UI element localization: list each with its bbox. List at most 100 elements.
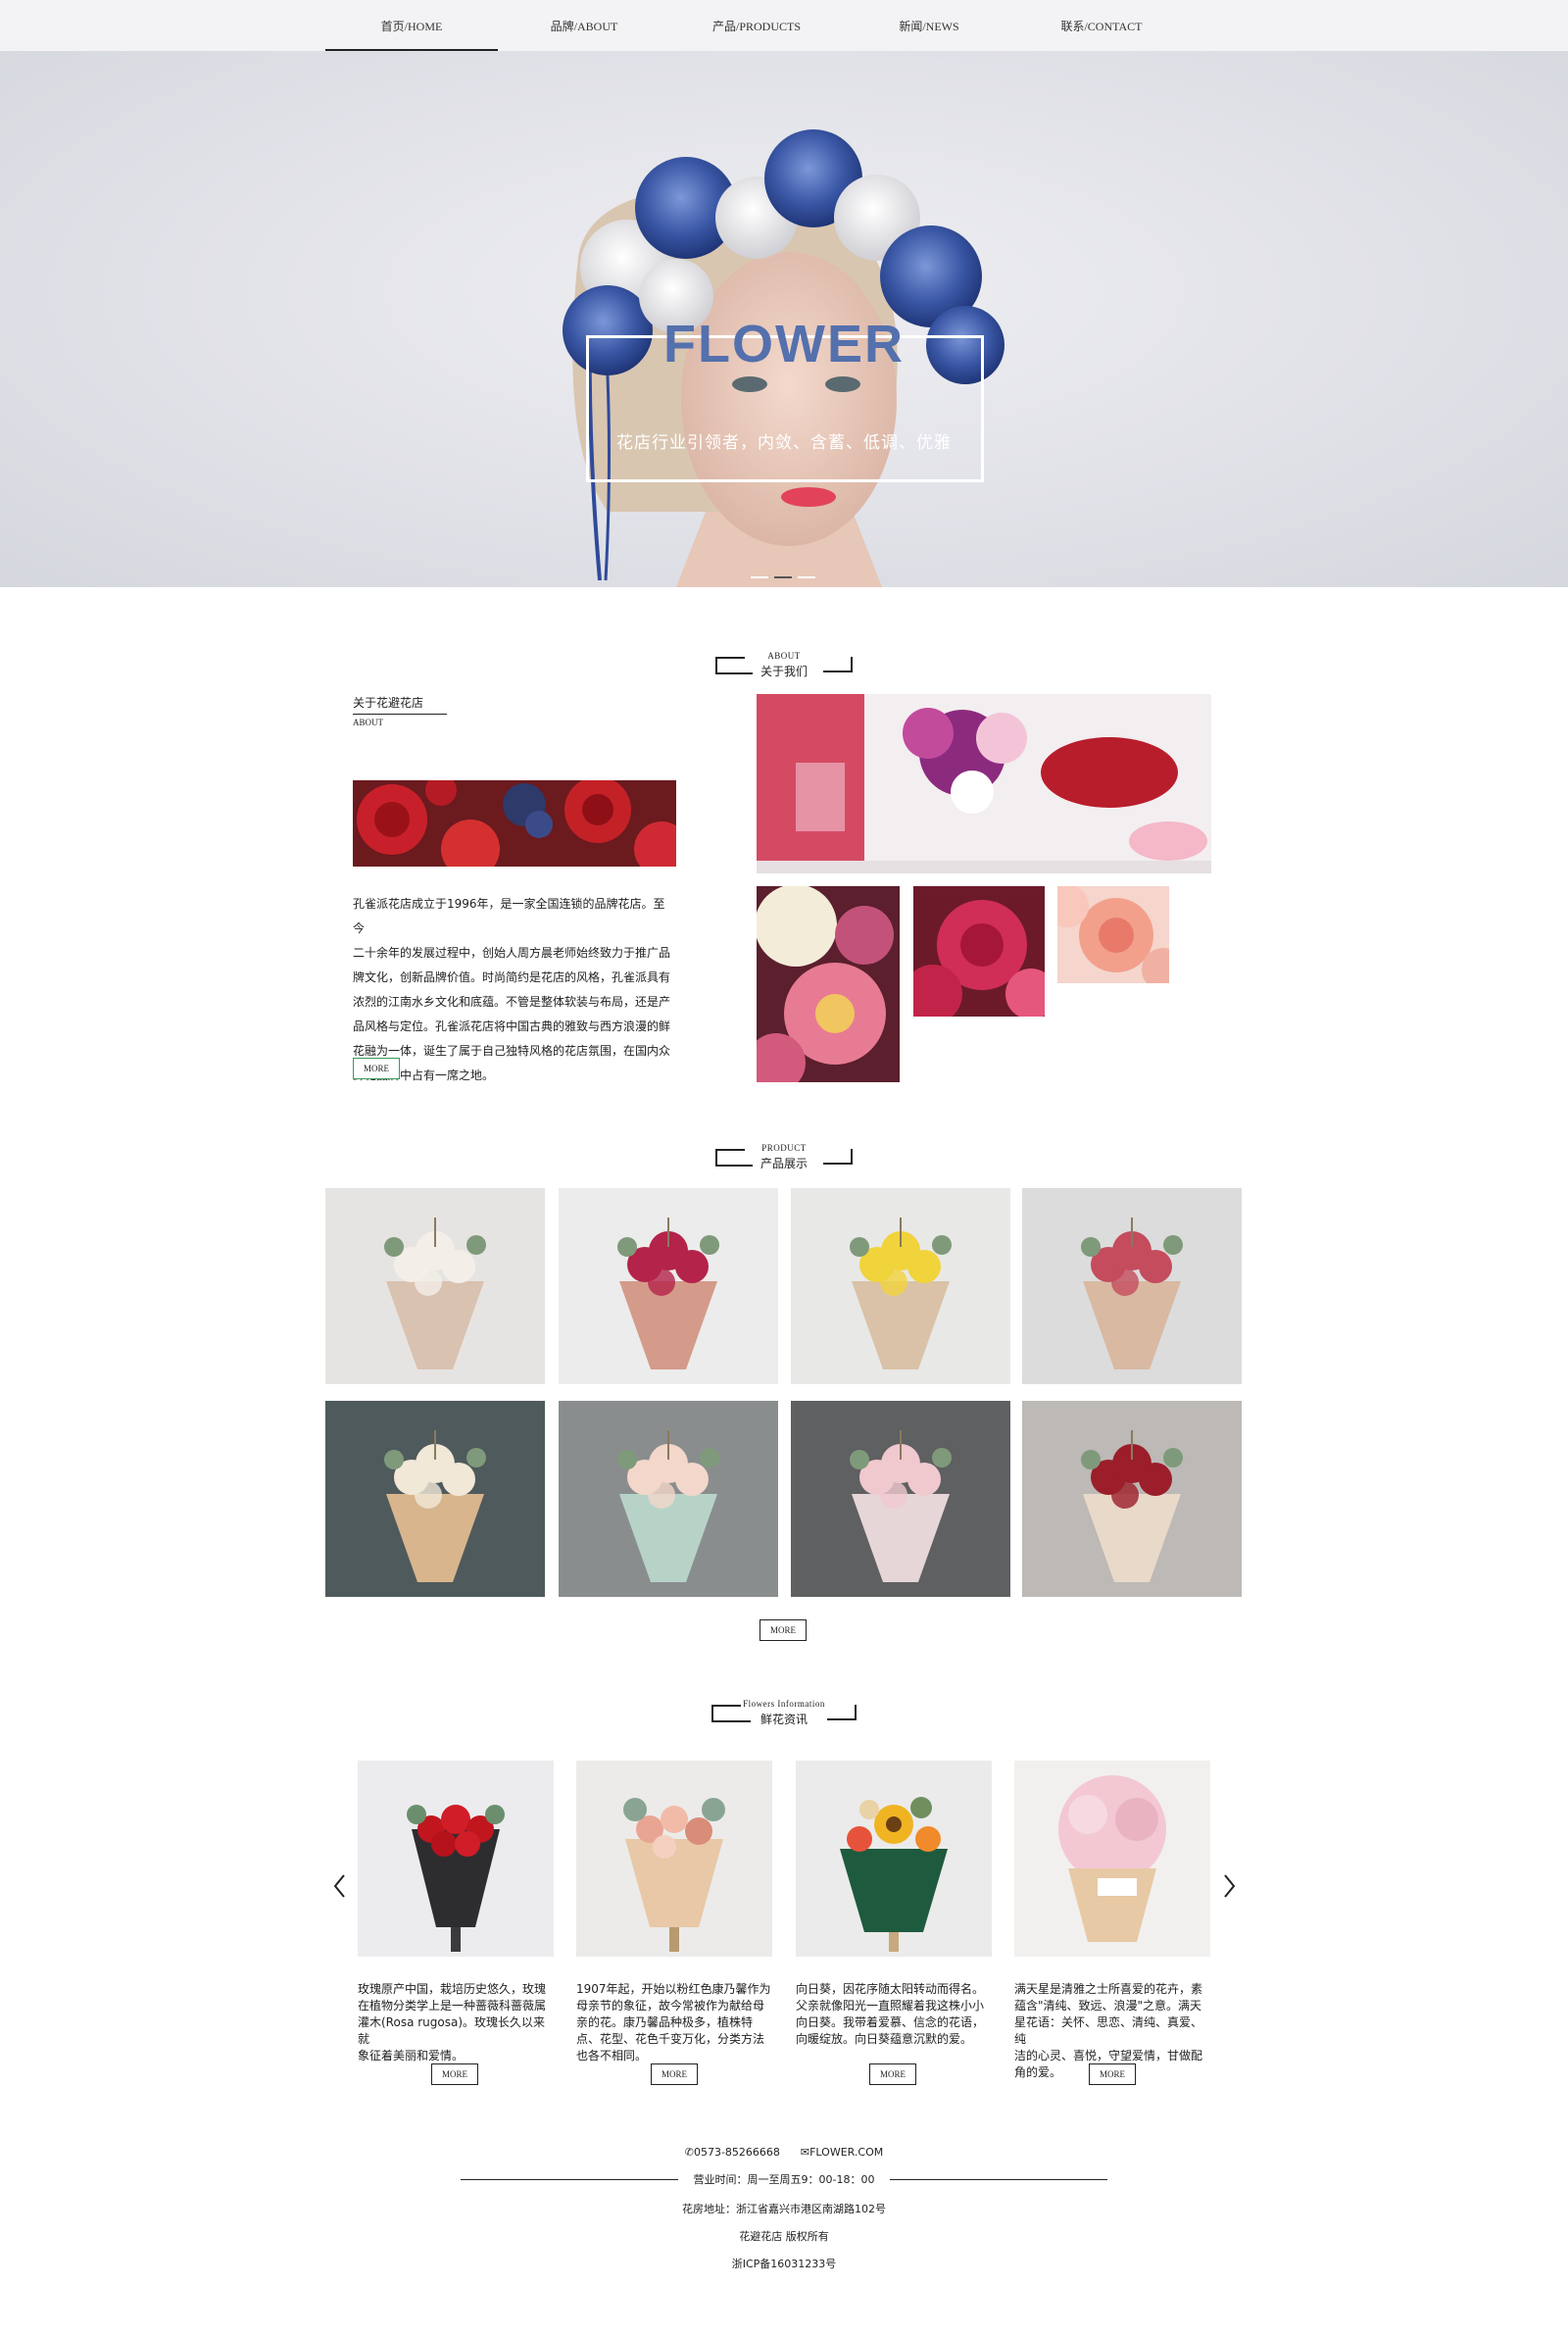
product-card-7[interactable] (791, 1401, 1010, 1597)
more-label: MORE (1099, 2069, 1125, 2079)
product-card-4[interactable] (1022, 1188, 1242, 1384)
hero-subtitle: 花店行业引领者，内敛、含蓄、低调、优雅 (616, 433, 952, 452)
more-label: MORE (661, 2069, 687, 2079)
about-peony-image-1 (757, 886, 900, 1082)
nav-item-products[interactable]: 产品/PRODUCTS (670, 0, 843, 51)
about-line: 鲜花品牌中占有一席之地。 (353, 1069, 495, 1082)
news-line: 1907年起，开始以粉红色康乃馨作为 (576, 1982, 771, 1996)
nav-item-contact[interactable]: 联系/CONTACT (1015, 0, 1188, 51)
news-image-carnations[interactable] (576, 1761, 772, 1957)
product-card-8[interactable] (1022, 1401, 1242, 1597)
footer-phone: 0573-85266668 (693, 2146, 780, 2159)
prev-arrow-icon[interactable] (330, 1872, 350, 1900)
news-line: 满天星是清雅之士所喜爱的花卉，素 (1014, 1982, 1203, 1996)
about-more-button[interactable]: MORE (353, 1058, 400, 1079)
more-label: MORE (879, 2069, 906, 2079)
next-arrow-icon[interactable] (1219, 1872, 1239, 1900)
news-more-button-1[interactable]: MORE (431, 2063, 478, 2085)
about-line: 品风格与定位。孔雀派花店将中国古典的雅致与西方浪漫的鲜 (353, 1019, 671, 1033)
nav-label: 品牌/ABOUT (550, 19, 618, 33)
hero-banner: FLOWER 花店行业引领者，内敛、含蓄、低调、优雅 (0, 51, 1568, 587)
news-line: 也各不相同。 (576, 2049, 648, 2063)
top-nav: 首页/HOME 品牌/ABOUT 产品/PRODUCTS 新闻/NEWS 联系/… (0, 0, 1568, 51)
product-more-button[interactable]: MORE (760, 1619, 807, 1641)
news-line: 向暖绽放。向日葵蕴意沉默的爱。 (796, 2032, 973, 2046)
news-line: 亲的花。康乃馨品种极多，植株特 (576, 2015, 754, 2029)
phone-icon: ✆ (684, 2146, 694, 2159)
nav-menu: 首页/HOME 品牌/ABOUT 产品/PRODUCTS 新闻/NEWS 联系/… (325, 0, 1188, 51)
product-card-2[interactable] (559, 1188, 778, 1384)
nav-item-about[interactable]: 品牌/ABOUT (498, 0, 670, 51)
nav-item-home[interactable]: 首页/HOME (325, 0, 498, 51)
footer-contact: ✆0573-85266668 ✉FLOWER.COM (0, 2146, 1568, 2159)
section-heading-cn: 产品展示 (760, 1157, 808, 1170)
nav-label: 产品/PRODUCTS (711, 19, 802, 33)
news-text-carnations: 1907年起，开始以粉红色康乃馨作为 母亲节的象征，故今常被作为献给母 亲的花。… (576, 1981, 772, 2064)
more-label: MORE (363, 1064, 389, 1073)
slider-dot[interactable] (798, 576, 815, 578)
about-peony-image-3 (1057, 886, 1169, 983)
news-more-button-2[interactable]: MORE (651, 2063, 698, 2085)
about-line: 二十余年的发展过程中，创始人周方晨老师始终致力于推广品 (353, 946, 671, 960)
footer-email[interactable]: FLOWER.COM (809, 2146, 883, 2159)
news-image-sunflowers[interactable] (796, 1761, 992, 1957)
news-line: 洁的心灵、喜悦，守望爱情，甘做配 (1014, 2049, 1203, 2063)
news-more-button-3[interactable]: MORE (869, 2063, 916, 2085)
bouquet-image (325, 1188, 545, 1384)
mail-icon: ✉ (800, 2146, 810, 2159)
footer-address: 花房地址：浙江省嘉兴市港区南湖路102号 (682, 2203, 886, 2215)
more-label: MORE (769, 1625, 796, 1635)
slider-dots (751, 576, 815, 578)
news-line: 向日葵。我带着爱慕、信念的花语， (796, 2015, 985, 2029)
news-text-roses: 玫瑰原产中国，栽培历史悠久，玫瑰 在植物分类学上是一种蔷薇科蔷薇属 灌木(Ros… (358, 1981, 554, 2064)
news-line: 玫瑰原产中国，栽培历史悠久，玫瑰 (358, 1982, 547, 1996)
nav-label: 新闻/NEWS (899, 19, 959, 33)
news-line: 母亲节的象征，故今常被作为献给母 (576, 1999, 765, 2013)
about-peony-image-2 (913, 886, 1045, 1017)
bouquet-image (559, 1188, 778, 1384)
section-heading-en: ABOUT (767, 651, 801, 661)
news-line: 点、花型、花色千变万化，分类方法 (576, 2032, 765, 2046)
footer-hours: 营业时间：周一至周五9：00-18：00 (693, 2173, 875, 2186)
news-text-sunflowers: 向日葵，因花序随太阳转动而得名。 父亲就像阳光一直照耀着我这株小小 向日葵。我带… (796, 1981, 992, 2048)
about-title-en: ABOUT (353, 718, 383, 727)
section-heading-cn: 关于我们 (760, 665, 808, 678)
about-line: 浓烈的江南水乡文化和底蕴。不管是整体软装与布局，还是产 (353, 995, 671, 1009)
news-line: 象征着美丽和爱情。 (358, 2049, 465, 2063)
product-card-1[interactable] (325, 1188, 545, 1384)
product-card-6[interactable] (559, 1401, 778, 1597)
product-section-heading: PRODUCT 产品展示 (715, 1143, 853, 1170)
news-section-heading: Flowers Information 鲜花资讯 (711, 1699, 857, 1726)
news-line: 向日葵，因花序随太阳转动而得名。 (796, 1982, 985, 1996)
news-line: 星花语：关怀、思恋、清纯、真爱、纯 (1014, 2015, 1203, 2046)
news-more-button-4[interactable]: MORE (1089, 2063, 1136, 2085)
nav-item-news[interactable]: 新闻/NEWS (843, 0, 1015, 51)
about-roses-image (353, 780, 676, 867)
section-heading-en: PRODUCT (761, 1143, 807, 1153)
hero-title: FLOWER (663, 315, 905, 373)
news-line: 在植物分类学上是一种蔷薇科蔷薇属 (358, 1999, 547, 2013)
news-line: 父亲就像阳光一直照耀着我这株小小 (796, 1999, 985, 2013)
bouquet-image (559, 1401, 778, 1597)
about-title-underline (353, 714, 447, 715)
slider-dot[interactable] (751, 576, 768, 578)
news-image-babys-breath[interactable] (1014, 1761, 1210, 1957)
about-section-heading: ABOUT 关于我们 (715, 651, 853, 678)
about-title: 关于花避花店 (353, 696, 424, 710)
product-card-5[interactable] (325, 1401, 545, 1597)
bouquet-image (325, 1401, 545, 1597)
bouquet-image (1022, 1188, 1242, 1384)
slider-dot-active[interactable] (774, 576, 792, 578)
nav-label: 联系/CONTACT (1060, 19, 1143, 33)
about-table-flowers-image (757, 694, 1211, 873)
footer-copyright: 花避花店 版权所有 (739, 2230, 829, 2243)
about-line: 孔雀派花店成立于1996年，是一家全国连锁的品牌花店。至今 (353, 897, 665, 935)
footer-icp: 浙ICP备16031233号 (731, 2258, 837, 2270)
bouquet-image (791, 1188, 1010, 1384)
section-heading-cn: 鲜花资讯 (760, 1713, 808, 1726)
about-line: 花融为一体，诞生了属于自己独特风格的花店氛围，在国内众 (353, 1044, 671, 1058)
more-label: MORE (441, 2069, 467, 2079)
news-image-roses[interactable] (358, 1761, 554, 1957)
about-description: 孔雀派花店成立于1996年，是一家全国连锁的品牌花店。至今 二十余年的发展过程中… (353, 892, 676, 1088)
product-card-3[interactable] (791, 1188, 1010, 1384)
